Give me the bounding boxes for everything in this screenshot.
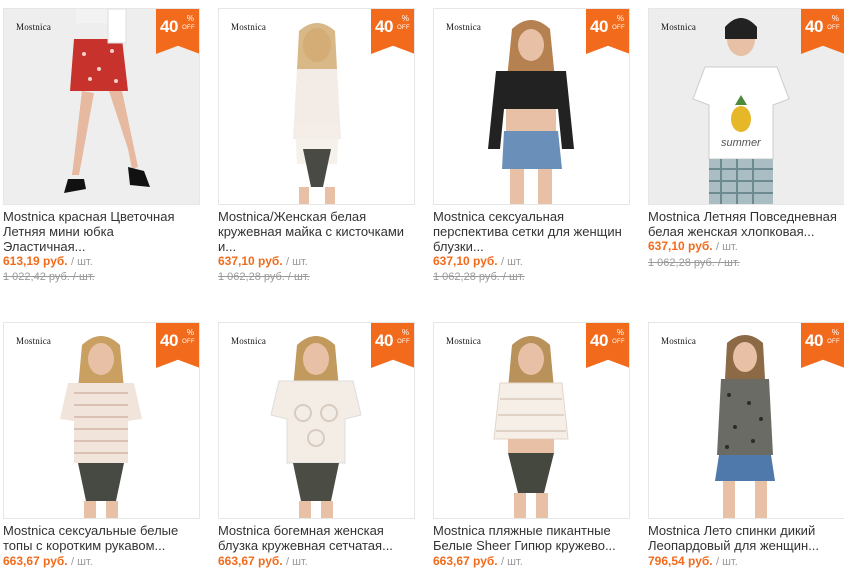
- unit-label: / шт.: [500, 556, 523, 568]
- unit-label: / шт.: [70, 556, 93, 568]
- discount-value: 40: [590, 17, 608, 36]
- price: 637,10 руб.: [433, 254, 498, 268]
- product-card[interactable]: Mostnica 40 % OFF Mostnica богемная женс…: [218, 322, 415, 574]
- discount-value: 40: [160, 331, 178, 350]
- price-row: 613,19 руб. / шт.: [3, 254, 93, 268]
- product-image[interactable]: Mostnica 40 % OFF: [3, 322, 200, 519]
- product-card[interactable]: Mostnica 40 % OFF Mostnica сексуальная п…: [433, 8, 630, 283]
- price: 613,19 руб.: [3, 254, 68, 268]
- percent-sign: %: [401, 328, 409, 337]
- price-row: 637,10 руб. / шт.: [218, 254, 308, 268]
- price: 637,10 руб.: [648, 239, 713, 253]
- off-label: OFF: [827, 339, 840, 345]
- discount-value: 40: [805, 331, 823, 350]
- product-title[interactable]: Mostnica/Женская белая кружевная майка с…: [218, 209, 414, 254]
- unit-label: / шт.: [500, 256, 523, 268]
- print-text: summer: [721, 137, 762, 149]
- discount-value: 40: [375, 17, 393, 36]
- product-title[interactable]: Mostnica богемная женская блузка кружевн…: [218, 523, 414, 553]
- off-label: OFF: [182, 339, 195, 345]
- product-card[interactable]: Mostnica 40 % OFF Mostnica сексуальные б…: [3, 322, 200, 574]
- price-row: 663,67 руб. / шт.: [218, 554, 308, 568]
- off-label: OFF: [612, 339, 625, 345]
- product-title[interactable]: Mostnica пляжные пикантные Белые Sheer Г…: [433, 523, 629, 553]
- product-card[interactable]: Mostnica 40 % OFF Mostnica/Женская белая…: [218, 8, 415, 283]
- price-row: 663,67 руб. / шт.: [3, 554, 93, 568]
- off-label: OFF: [182, 25, 195, 31]
- product-image[interactable]: Mostnica summer 40 % OFF: [648, 8, 844, 205]
- price: 637,10 руб.: [218, 254, 283, 268]
- percent-sign: %: [831, 14, 839, 23]
- old-price: 1 022,42 руб. / шт.: [3, 271, 95, 283]
- product-title[interactable]: Mostnica Летняя Повседневная белая женск…: [648, 209, 844, 239]
- unit-label: / шт.: [285, 556, 308, 568]
- off-label: OFF: [397, 25, 410, 31]
- product-image[interactable]: Mostnica 40 % OFF: [3, 8, 200, 205]
- discount-value: 40: [590, 331, 608, 350]
- unit-label: / шт.: [715, 556, 738, 568]
- percent-sign: %: [831, 328, 839, 337]
- discount-value: 40: [375, 331, 393, 350]
- off-label: OFF: [612, 25, 625, 31]
- off-label: OFF: [827, 25, 840, 31]
- discount-value: 40: [160, 17, 178, 36]
- unit-label: / шт.: [285, 256, 308, 268]
- product-card[interactable]: Mostnica 40 % OFF Mostnica Лето спинки д…: [648, 322, 844, 574]
- product-title[interactable]: Mostnica сексуальные белые топы с коротк…: [3, 523, 199, 553]
- percent-sign: %: [616, 328, 624, 337]
- product-card[interactable]: Mostnica summer 40 % OFF Mostnica Летняя…: [648, 8, 844, 269]
- discount-value: 40: [805, 17, 823, 36]
- price: 796,54 руб.: [648, 554, 713, 568]
- price-row: 796,54 руб. / шт.: [648, 554, 738, 568]
- product-image[interactable]: Mostnica 40 % OFF: [648, 322, 844, 519]
- price-row: 637,10 руб. / шт.: [648, 239, 738, 253]
- product-title[interactable]: Mostnica Лето спинки дикий Леопардовый д…: [648, 523, 844, 553]
- price: 663,67 руб.: [433, 554, 498, 568]
- product-title[interactable]: Mostnica сексуальная перспектива сетки д…: [433, 209, 629, 254]
- product-card[interactable]: Mostnica 40 % OFF Mostnica пляжные пикан…: [433, 322, 630, 574]
- product-card[interactable]: Mostnica 40 % OFF Mostnica красная Цвето…: [3, 8, 200, 283]
- price-row: 637,10 руб. / шт.: [433, 254, 523, 268]
- product-image[interactable]: Mostnica 40 % OFF: [218, 322, 415, 519]
- percent-sign: %: [186, 14, 194, 23]
- old-price: 1 062,28 руб. / шт.: [433, 271, 525, 283]
- off-label: OFF: [397, 339, 410, 345]
- unit-label: / шт.: [70, 256, 93, 268]
- percent-sign: %: [401, 14, 409, 23]
- old-price: 1 062,28 руб. / шт.: [218, 271, 310, 283]
- product-image[interactable]: Mostnica 40 % OFF: [433, 8, 630, 205]
- percent-sign: %: [616, 14, 624, 23]
- product-title[interactable]: Mostnica красная Цветочная Летняя мини ю…: [3, 209, 199, 254]
- old-price: 1 062,28 руб. / шт.: [648, 257, 740, 269]
- product-image[interactable]: Mostnica 40 % OFF: [433, 322, 630, 519]
- price: 663,67 руб.: [218, 554, 283, 568]
- unit-label: / шт.: [715, 241, 738, 253]
- price: 663,67 руб.: [3, 554, 68, 568]
- percent-sign: %: [186, 328, 194, 337]
- price-row: 663,67 руб. / шт.: [433, 554, 523, 568]
- product-image[interactable]: Mostnica 40 % OFF: [218, 8, 415, 205]
